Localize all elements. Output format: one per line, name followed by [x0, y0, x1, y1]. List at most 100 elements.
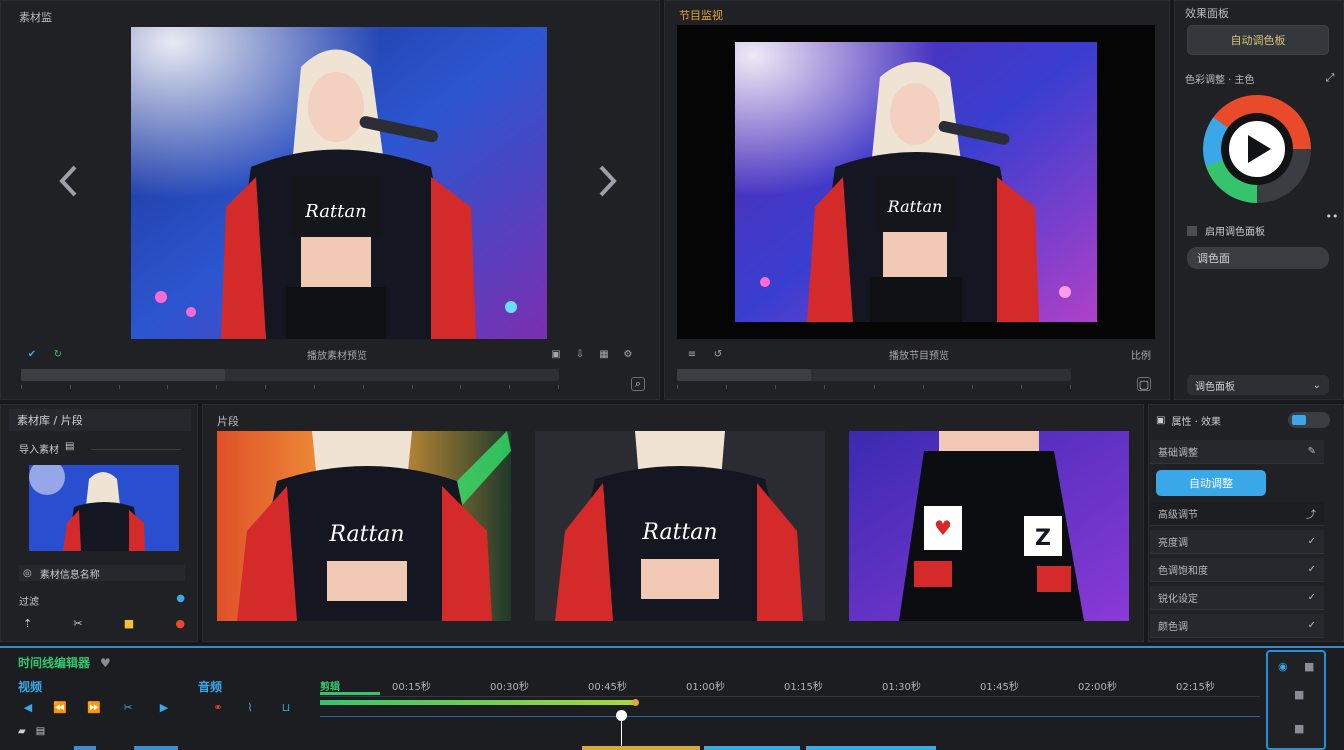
ruler-label: 02:00秒: [1078, 682, 1117, 693]
clip-blue-4[interactable]: [806, 746, 936, 750]
up-arrow-icon[interactable]: ⇡: [23, 617, 32, 630]
program-scrub-bar[interactable]: [677, 369, 1071, 381]
zoom-icon[interactable]: ⌕: [631, 377, 645, 391]
checkbox[interactable]: [1187, 225, 1197, 236]
star-icon[interactable]: ■: [124, 617, 134, 630]
next-clip-button[interactable]: [593, 161, 623, 201]
source-controls-right: ▣ ⇩ ▦ ⚙: [549, 345, 635, 363]
media-info-label: 素材信息名称: [39, 569, 100, 581]
media-info-row[interactable]: ◎ 素材信息名称: [19, 565, 185, 581]
thumbnail-3[interactable]: ♥ Z: [849, 431, 1129, 621]
color-panel-pill[interactable]: 调色面: [1187, 247, 1329, 269]
ruler-line: [320, 696, 1260, 697]
track-line: [320, 716, 1260, 717]
check-icon[interactable]: ✓: [1308, 536, 1316, 547]
color-wheel[interactable]: [1203, 95, 1311, 203]
mark-in-icon[interactable]: ✔: [25, 347, 39, 361]
square-icon[interactable]: ■: [1304, 660, 1314, 673]
timeline-title-text: 时间线编辑器: [18, 656, 91, 670]
properties-title: 属性 · 效果: [1171, 416, 1221, 428]
snap-icon[interactable]: ⌇: [242, 700, 258, 714]
clip-gold[interactable]: [582, 746, 700, 750]
square-icon[interactable]: ■: [1294, 688, 1304, 701]
footer-select[interactable]: 调色面板 ⌄: [1187, 375, 1329, 395]
globe-icon[interactable]: ◉: [1278, 660, 1288, 673]
square-icon[interactable]: ■: [1294, 722, 1304, 735]
clip-green[interactable]: [320, 700, 636, 705]
track-audio-label[interactable]: 音频: [198, 678, 222, 695]
track-video-label[interactable]: 视频: [18, 678, 42, 695]
prop-saturation-label: 色调饱和度: [1158, 566, 1208, 577]
export-frame-icon[interactable]: ⇩: [573, 347, 587, 361]
ruler-label: 00:15秒: [392, 682, 431, 693]
prop-row-advanced[interactable]: 高级调节 ⤴: [1150, 502, 1324, 526]
brush-icon[interactable]: ✎: [1308, 446, 1316, 457]
program-preview-frame: Rattan: [677, 25, 1155, 339]
magnet-icon[interactable]: ⊔: [278, 700, 294, 714]
prop-row-basic[interactable]: 基础调整 ✎: [1150, 440, 1324, 464]
auto-adjust-button[interactable]: 自动调整: [1156, 470, 1266, 496]
prop-row-color[interactable]: 颜色调 ✓: [1150, 614, 1324, 638]
thumbnails-title: 片段: [217, 415, 239, 428]
lower-track-row: ▰ ▤: [18, 726, 45, 737]
filter-row[interactable]: 过滤 ●: [19, 593, 185, 608]
source-center-text: 播放素材预览: [307, 350, 367, 362]
thumbnail-2[interactable]: Rattan: [535, 431, 825, 621]
record-icon[interactable]: ●: [175, 617, 185, 630]
rewind-icon[interactable]: ⏪: [52, 700, 68, 714]
check-icon[interactable]: ✓: [1308, 564, 1316, 575]
check-icon[interactable]: ✓: [1308, 620, 1316, 631]
program-monitor-panel: 节目监视 Rattan ≡ ↺ 播放节目预览 比例 ▢: [664, 0, 1170, 400]
cut-icon[interactable]: ✂: [73, 617, 82, 630]
source-scrub-bar[interactable]: [21, 369, 559, 381]
clip-end-marker[interactable]: [632, 699, 639, 706]
next-frame-icon[interactable]: ▶: [156, 700, 172, 714]
expand-icon[interactable]: ⤢: [1323, 71, 1337, 85]
list-icon[interactable]: ≡: [685, 347, 699, 361]
lock-icon[interactable]: ▰: [18, 726, 26, 737]
auto-color-button[interactable]: 自动调色板: [1187, 25, 1329, 55]
settings-icon[interactable]: ⚙: [621, 347, 635, 361]
prop-color-label: 颜色调: [1158, 622, 1188, 633]
playhead-knob[interactable]: [616, 710, 627, 721]
source-monitor-panel: 素材监 Rattan ✔ ↻ 播放素材预览 ▣ ⇩ ▦ ⚙ ⌕: [0, 0, 660, 400]
color-section-label: 色彩调整 · 主色: [1185, 75, 1255, 86]
prop-row-brightness[interactable]: 亮度调 ✓: [1150, 530, 1324, 554]
import-row[interactable]: 导入素材 ▤: [19, 441, 74, 456]
media-bin-header: 素材库 / 片段: [9, 409, 191, 431]
refresh-icon[interactable]: ↺: [711, 347, 725, 361]
enable-checkbox-row[interactable]: 启用调色面板: [1187, 223, 1265, 238]
more-icon[interactable]: ••: [1325, 209, 1339, 223]
clip-blue-1[interactable]: [74, 746, 96, 750]
loop-icon[interactable]: ↻: [51, 347, 65, 361]
forward-icon[interactable]: ⏩: [86, 700, 102, 714]
play-icon[interactable]: [1203, 95, 1311, 203]
previous-clip-button[interactable]: [53, 161, 83, 201]
link-icon[interactable]: ⚭: [210, 700, 226, 714]
chevron-down-icon: ⌄: [1312, 379, 1321, 391]
media-thumbnail[interactable]: [29, 465, 179, 551]
grid-icon[interactable]: ▦: [597, 347, 611, 361]
clip-blue-2[interactable]: [134, 746, 178, 750]
thumbnail-1[interactable]: Rattan: [217, 431, 511, 621]
split-icon[interactable]: ✂: [120, 700, 136, 714]
folder-icon: ▤: [65, 441, 75, 452]
drop-icon[interactable]: ●: [176, 593, 185, 608]
fullscreen-icon[interactable]: ▢: [1137, 377, 1151, 391]
pin-icon[interactable]: ⤴: [1306, 506, 1316, 521]
program-center-text: 播放节目预览: [889, 350, 949, 362]
doc-icon[interactable]: ▤: [36, 726, 45, 737]
prop-row-sharpen[interactable]: 锐化设定 ✓: [1150, 586, 1324, 610]
clip-blue-3[interactable]: [704, 746, 800, 750]
camera-icon[interactable]: ▣: [549, 347, 563, 361]
inspector-title: 效果面板: [1185, 7, 1229, 20]
prev-frame-icon[interactable]: ◀: [20, 700, 36, 714]
info-icon: ◎: [23, 567, 32, 579]
check-icon[interactable]: ✓: [1308, 592, 1316, 603]
source-preview-image[interactable]: Rattan: [131, 27, 547, 339]
program-ticks: [677, 385, 1071, 393]
prop-row-saturation[interactable]: 色调饱和度 ✓: [1150, 558, 1324, 582]
program-ratio-text[interactable]: 比例: [1131, 347, 1151, 362]
toggle-switch[interactable]: [1288, 412, 1330, 428]
program-preview-image[interactable]: Rattan: [735, 42, 1097, 322]
